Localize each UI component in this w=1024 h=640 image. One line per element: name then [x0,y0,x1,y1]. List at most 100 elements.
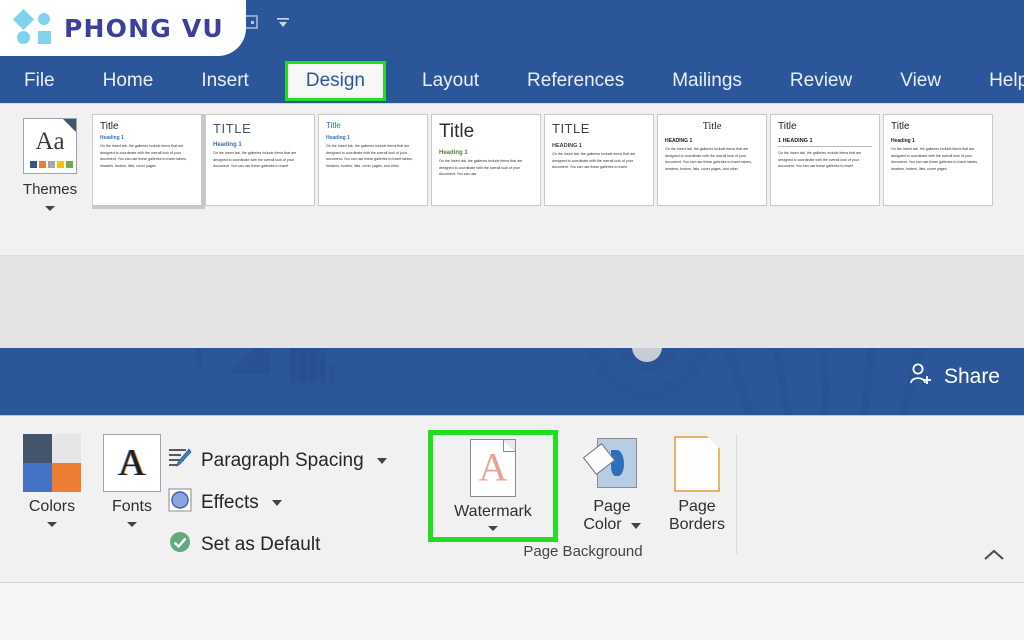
thumb-heading: Heading 1 [891,138,915,144]
page-color-label-line1: Page [593,498,631,515]
thumb-body: On the Insert tab, the galleries include… [326,144,413,168]
colors-button[interactable]: Colors [6,434,98,528]
tab-insert[interactable]: Insert [201,64,249,98]
page-color-caret-icon[interactable] [630,522,641,529]
fonts-label: Fonts [111,498,152,515]
themes-aa-icon: Aa [23,118,77,174]
green-check-icon [168,530,192,560]
thumb-title: Title [778,121,797,132]
effects-caret-icon[interactable] [271,500,282,506]
customize-quick-access-toolbar-icon[interactable] [276,15,290,29]
decor-bars-icon [290,348,335,384]
thumb-title: Title [326,121,341,130]
thumb-heading: Heading 1 [326,135,350,141]
themes-button[interactable]: Aa Themes [8,112,92,232]
fonts-dropdown-caret-icon[interactable] [127,522,137,528]
logo-text: PHONG VU [64,13,224,43]
colors-label: Colors [28,498,76,515]
color-swatch-icon [23,434,81,492]
page-background-group: A Watermark Page Color Page Borders Page… [428,424,738,564]
ribbon-upper-area: Aa Themes Title Heading 1 On the Insert … [0,103,1024,255]
blue-banner-band: Share [0,348,1024,415]
tab-review[interactable]: Review [790,64,852,98]
ribbon-tab-bar[interactable]: File Home Insert Design Layout Reference… [0,58,1024,103]
thumb-body: On the Insert tab, the galleries include… [778,151,862,169]
thumb-title: Title [439,121,475,142]
style-thumbnail[interactable]: Title Heading 1 On the Insert tab, the g… [883,114,993,206]
tab-design[interactable]: Design [284,60,386,101]
themes-icon-text: Aa [35,128,65,155]
tab-help[interactable]: Help [989,64,1024,98]
thumb-heading: HEADING 1 [552,143,582,149]
tab-home[interactable]: Home [103,64,154,98]
thumb-heading: Heading 1 [100,135,124,141]
colors-dropdown-caret-icon[interactable] [47,522,57,528]
set-as-default-button[interactable]: Set as Default [168,524,418,566]
style-thumbnail[interactable]: TITLE HEADING 1 On the Insert tab, the g… [544,114,654,206]
status-bar-area [0,582,1024,640]
thumb-body: On the Insert tab, the galleries include… [665,147,752,171]
chevron-up-icon[interactable] [982,546,1006,568]
style-thumbnail[interactable]: Title Heading 1 On the Insert tab, the g… [92,114,205,209]
decor-triangle-icon [228,348,270,374]
thumb-body: On the Insert tab, the galleries include… [891,147,978,171]
watermark-icon-text: A [478,444,508,490]
thumb-body: On the Insert tab, the galleries include… [100,144,187,168]
effects-circle-icon [168,488,192,518]
page-border-icon [674,436,720,492]
style-thumbnail[interactable]: Title Heading 1 On the Insert tab, the g… [431,114,541,206]
thumb-title: Title [702,121,722,132]
paragraph-spacing-icon [168,446,192,476]
page-color-button[interactable]: Page Color [570,436,654,535]
tab-references[interactable]: References [527,64,624,98]
tab-layout[interactable]: Layout [422,64,479,98]
style-thumbnail[interactable]: Title Heading 1 On the Insert tab, the g… [318,114,428,206]
phong-vu-logo-overlay: PHONG VU [0,0,246,56]
watermark-dropdown-caret-icon[interactable] [488,526,498,532]
thumb-heading: HEADING 1 [665,138,693,144]
page-borders-label-line1: Page [678,498,716,515]
style-set-gallery[interactable]: Title Heading 1 On the Insert tab, the g… [92,114,1024,210]
thumb-title: TITLE [552,121,590,136]
thumb-body: On the Insert tab, the galleries include… [213,151,297,169]
watermark-button[interactable]: A Watermark [428,430,558,543]
thumb-heading: Heading 1 [213,142,242,148]
style-thumbnail[interactable]: Title 1 HEADING 1 On the Insert tab, the… [770,114,880,206]
watermark-page-icon: A [470,439,516,497]
page-borders-label-line2: Borders [668,516,726,534]
effects-label: Effects [201,492,259,513]
tab-view[interactable]: View [900,64,941,98]
themes-label: Themes [22,181,78,198]
page-background-group-label: Page Background [523,543,643,560]
fonts-button[interactable]: A Fonts [86,434,178,528]
set-as-default-label: Set as Default [201,534,321,555]
thumb-heading: Heading 1 [439,150,468,156]
thumb-body: On the Insert tab, the galleries include… [552,152,636,170]
fonts-icon-text: A [118,442,146,484]
font-a-icon: A [103,434,161,492]
page-borders-button[interactable]: Page Borders [652,436,742,535]
share-label: Share [943,365,1000,388]
gray-separator-band [0,255,1024,348]
themes-dropdown-caret-icon[interactable] [45,206,55,211]
style-thumbnail[interactable]: TITLE Heading 1 On the Insert tab, the g… [205,114,315,206]
person-add-icon [908,362,934,392]
paragraph-spacing-caret-icon[interactable] [376,458,387,464]
share-button[interactable]: Share [908,362,1000,392]
ribbon-lower-area: Colors A Fonts Paragraph Spacing Effects… [0,415,1024,582]
formatting-options-list: Paragraph Spacing Effects Set as Default [168,440,418,566]
document-formatting-group: Colors A Fonts Paragraph Spacing Effects… [6,424,426,564]
paragraph-spacing-button[interactable]: Paragraph Spacing [168,440,418,482]
tab-mailings[interactable]: Mailings [672,64,742,98]
style-thumbnail[interactable]: Title HEADING 1 On the Insert tab, the g… [657,114,767,206]
thumb-title: Title [100,121,119,132]
effects-button[interactable]: Effects [168,482,418,524]
paint-bucket-page-icon [582,436,637,492]
paragraph-spacing-label: Paragraph Spacing [201,450,364,471]
decor-bar-icon [196,348,202,366]
thumb-divider [778,146,872,147]
tab-file[interactable]: File [24,64,55,98]
thumb-body: On the Insert tab, the galleries include… [439,159,523,177]
watermark-label: Watermark [454,503,532,520]
group-divider [736,434,737,554]
